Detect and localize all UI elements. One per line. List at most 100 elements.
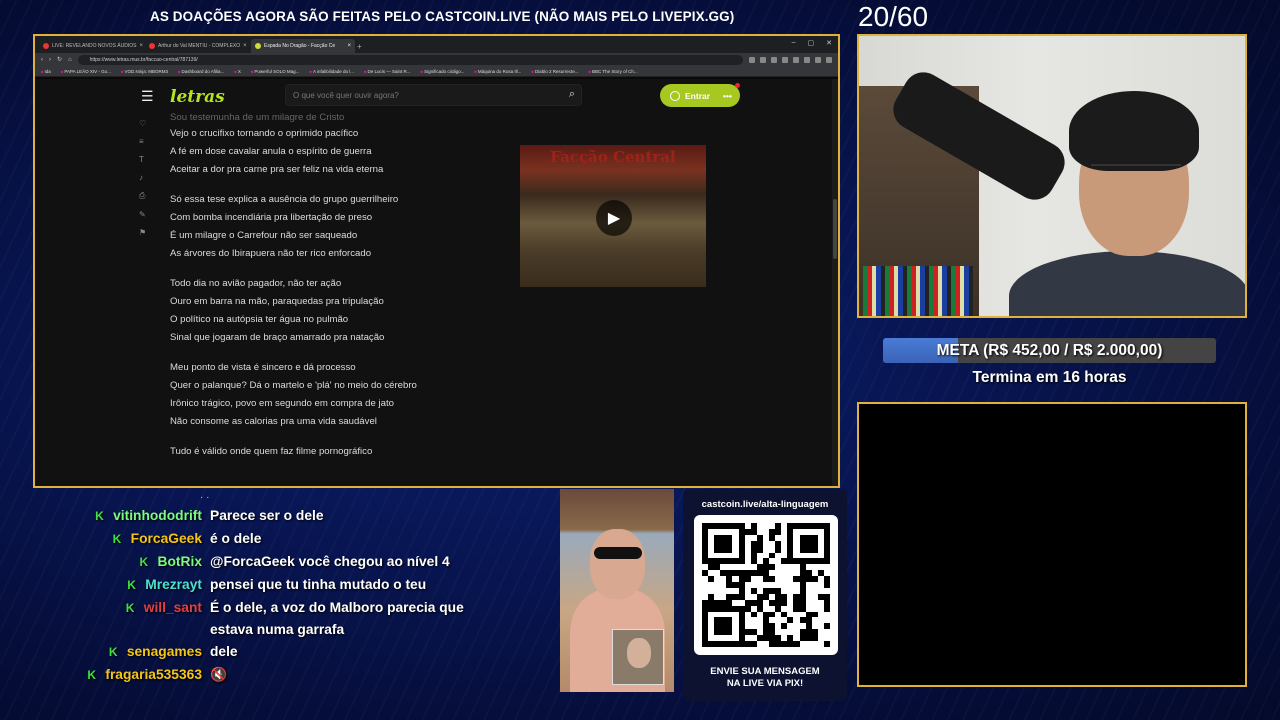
search-icon[interactable]: ⌕ (569, 88, 575, 101)
close-tab-icon[interactable]: × (347, 43, 351, 49)
kick-badge-icon: K (87, 668, 97, 682)
flag-icon[interactable]: ⚑ (139, 228, 146, 237)
browser-tab-active[interactable]: Espada No Dragão - Facção Ce × (251, 39, 355, 53)
letras-logo[interactable]: letras (170, 87, 225, 107)
close-tab-icon[interactable]: × (139, 43, 143, 49)
chat-text: É o dele, a voz do Malboro parecia que e… (210, 600, 464, 637)
extension-icon[interactable] (804, 56, 810, 63)
bookmark[interactable]: Significado código... (421, 69, 464, 74)
login-label: Entrar (685, 90, 711, 101)
login-button[interactable]: Entrar ••• (660, 84, 740, 107)
bookmark[interactable]: PAPA LEÃO XIV - Go... (61, 69, 111, 74)
qr-code[interactable] (694, 515, 838, 655)
browser-tab[interactable]: Arthur do Val MENTIU - COMPLEXO × (145, 39, 249, 53)
chat-username[interactable]: will_sant (144, 600, 202, 615)
letras-favicon-icon (255, 43, 261, 49)
lyric-line: Todo dia no avião pagador, não ter ação (170, 278, 342, 289)
bookmark[interactable]: Diablo 2 Resurrecte... (531, 69, 579, 74)
chat-username[interactable]: Mrezrayt (145, 577, 202, 592)
chat-message: K BotRix @ForcaGeek você chegou ao nível 4 (0, 551, 520, 573)
lyric-line: Não consome as calorias pra uma vida sau… (170, 416, 377, 427)
extension-icon[interactable] (771, 56, 777, 63)
chat-text: Parece ser o dele (210, 508, 324, 523)
new-tab-icon[interactable]: + (357, 39, 367, 53)
site-header: ☰ letras O que você quer ouvir agora? ⌕ … (35, 79, 838, 115)
notification-dot (735, 83, 740, 88)
edit-icon[interactable]: ✎ (139, 210, 146, 219)
url-field[interactable]: https://www.letras.mus.br/faccao-central… (77, 54, 743, 65)
bookmark[interactable]: Ida (41, 69, 51, 74)
lyric-line: Aceitar a dor pra carne pra ser feliz na… (170, 164, 384, 175)
chat-username[interactable]: BotRix (158, 554, 202, 569)
bookmark[interactable]: A infalibilidade do l... (309, 69, 354, 74)
close-window-icon[interactable]: ✕ (826, 39, 832, 47)
back-icon[interactable]: ‹ (41, 57, 43, 63)
empty-overlay-panel (857, 402, 1247, 687)
extension-icons (749, 56, 832, 63)
lyric-line: Tudo é válido onde quem faz filme pornog… (170, 446, 373, 457)
bookmark[interactable]: X (234, 69, 241, 74)
chat-text: é o dele (210, 531, 262, 546)
video-player[interactable]: Facção Central ▶ (488, 145, 738, 287)
lyric-line: É um milagre o Carrefour não ser saquead… (170, 230, 358, 241)
forward-icon[interactable]: › (49, 57, 51, 63)
bookmarks-bar: Ida PAPA LEÃO XIV - Go... VOD.Ninja: MBO… (35, 66, 838, 77)
chat-message: Kwill_sant É o dele, a voz do Malboro par… (0, 597, 520, 641)
list-icon[interactable]: ≡ (139, 137, 146, 146)
lyrics-body: Sou testemunha de um milagre de Cristo V… (170, 113, 470, 461)
reload-icon[interactable]: ↻ (57, 56, 62, 63)
bookmark[interactable]: VOD.Ninja: MBORM3 (121, 69, 168, 74)
search-input[interactable]: O que você quer ouvir agora? ⌕ (285, 84, 582, 106)
chat-text: pensei que tu tinha mutado o teu (210, 577, 427, 592)
lyrics-page: ☰ letras O que você quer ouvir agora? ⌕ … (35, 79, 838, 486)
chat-message: K Mrezrayt pensei que tu tinha mutado o te… (0, 574, 520, 596)
maximize-icon[interactable]: ▢ (808, 39, 815, 47)
extension-icon[interactable] (760, 56, 766, 63)
minimize-icon[interactable]: – (792, 39, 796, 47)
donation-goal-bar: META (R$ 452,00 / R$ 2.000,00) (883, 338, 1216, 363)
print-icon[interactable]: ⎙ (139, 191, 146, 201)
heart-icon[interactable]: ♡ (139, 119, 146, 128)
chat-username[interactable]: fragaria535363 (105, 667, 202, 682)
extension-icon[interactable] (782, 56, 788, 63)
menu-icon[interactable]: ☰ (141, 88, 154, 105)
bookmark[interactable]: Powerful SOLO Mag... (251, 69, 299, 74)
chat-message: Ksenagames dele (0, 641, 520, 663)
video-thumbnail[interactable]: Facção Central ▶ (520, 145, 706, 287)
bookmark[interactable]: De Lucis — Saint R... (364, 69, 411, 74)
text-size-icon[interactable]: T (139, 155, 146, 164)
more-icon[interactable]: ••• (723, 91, 732, 101)
chat-text: dele (210, 644, 238, 659)
lyric-line: O político na autópsia ter água no pulmã… (170, 314, 349, 325)
subscriber-counter: 20/60 (858, 1, 929, 32)
lyric-line: Meu ponto de vista é sincero e dá proces… (170, 362, 356, 373)
lyric-line: Ouro em barra na mão, paraquedas pra tri… (170, 296, 384, 307)
home-icon[interactable]: ⌂ (68, 57, 72, 63)
user-icon (670, 90, 680, 101)
chat-username[interactable]: ForcaGeek (131, 531, 202, 546)
extension-icon[interactable] (793, 56, 799, 63)
chat-username[interactable]: senagames (127, 644, 202, 659)
goal-label: META (R$ 452,00 / R$ 2.000,00) (936, 341, 1163, 359)
extension-icon[interactable] (749, 56, 755, 63)
chat-username[interactable]: vitinhododrift (113, 508, 202, 523)
inset-photo (612, 629, 664, 685)
lyric-line: Sinal que jogaram de braço amarrado pra … (170, 332, 385, 343)
extension-icon[interactable] (826, 56, 832, 63)
guest-video (560, 489, 674, 692)
bookmark[interactable]: Dashboard do Afilia... (178, 69, 225, 74)
video-title: Facção Central (550, 148, 676, 166)
browser-tab[interactable]: LIVE: REVELANDO NOVOS ÁUDIOS × (39, 39, 143, 53)
bookmark[interactable]: Máquina do Rosa Ill... (474, 69, 522, 74)
guitar-icon[interactable]: ♪ (139, 173, 146, 182)
streamer-webcam (857, 34, 1247, 318)
chat-text: 🔇 (210, 667, 228, 682)
window-controls: – ▢ ✕ (792, 39, 832, 47)
extension-icon[interactable] (815, 56, 821, 63)
kick-badge-icon: K (125, 601, 135, 615)
page-scrollbar[interactable] (832, 79, 838, 486)
lyrics-toolbar: ♡ ≡ T ♪ ⎙ ✎ ⚑ (139, 119, 146, 237)
close-tab-icon[interactable]: × (243, 43, 247, 49)
bookmark[interactable]: BBC The Story of Ch... (588, 69, 638, 74)
play-icon[interactable]: ▶ (596, 200, 632, 236)
